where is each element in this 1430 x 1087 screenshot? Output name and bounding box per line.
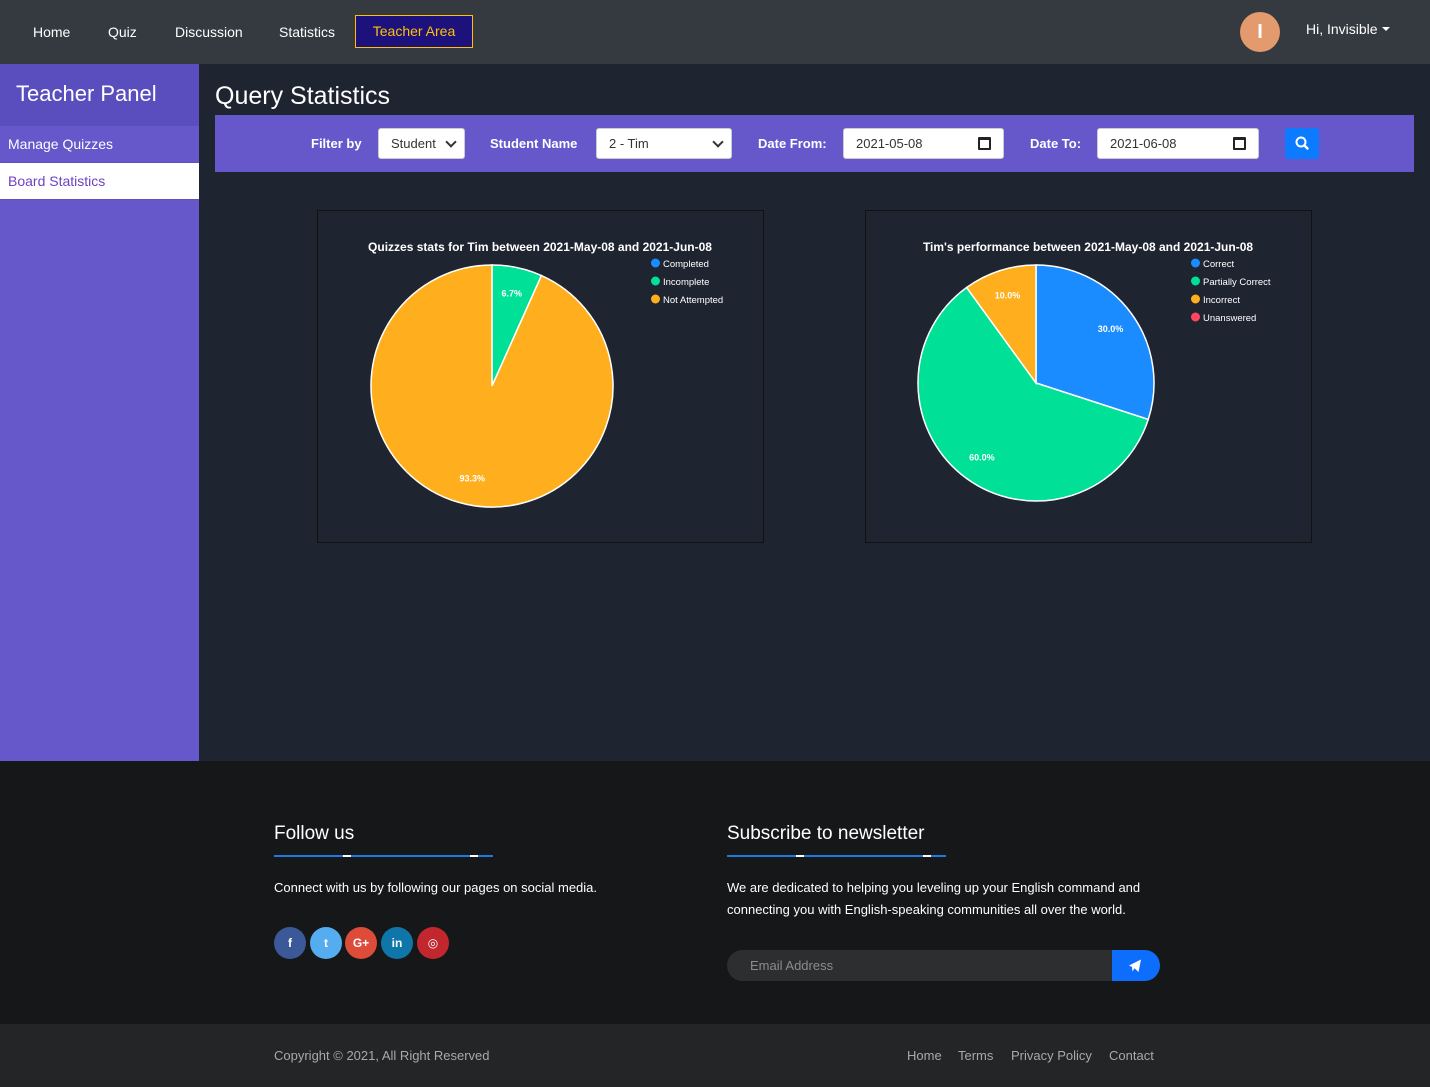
sidebar-item-board-statistics[interactable]: Board Statistics: [0, 163, 199, 200]
filter-by-value: Student: [391, 136, 436, 151]
nav-discussion[interactable]: Discussion: [175, 24, 243, 40]
caret-down-icon: [1381, 27, 1390, 32]
legend-marker: [1191, 294, 1200, 304]
title-underline: [274, 855, 493, 857]
student-name-value: 2 - Tim: [609, 136, 649, 151]
quizzes-stats-pie: Quizzes stats for Tim between 2021-May-0…: [368, 240, 723, 508]
date-to-value: 2021-06-08: [1110, 136, 1177, 151]
page-title: Query Statistics: [215, 82, 391, 110]
calendar-icon[interactable]: [1233, 137, 1246, 150]
search-button[interactable]: [1285, 128, 1319, 159]
legend-marker: [651, 294, 660, 304]
legend-label[interactable]: Incomplete: [663, 277, 709, 288]
newsletter-title: Subscribe to newsletter: [727, 823, 925, 844]
performance-chart: Tim's performance between 2021-May-08 an…: [865, 210, 1312, 543]
slice-label: 60.0%: [969, 452, 995, 462]
chevron-down-icon: [445, 136, 457, 148]
footer: Follow us Connect with us by following o…: [0, 761, 1430, 1024]
legend-marker: [1191, 312, 1200, 322]
sidebar-item-manage-quizzes[interactable]: Manage Quizzes: [0, 126, 199, 163]
date-from-input[interactable]: 2021-05-08: [843, 128, 1004, 159]
send-icon: [1129, 959, 1141, 972]
title-underline: [727, 855, 946, 857]
footer-link-contact[interactable]: Contact: [1109, 1048, 1154, 1063]
nav-home[interactable]: Home: [33, 24, 70, 40]
slice-label: 30.0%: [1098, 324, 1124, 334]
sidebar: Teacher Panel Manage Quizzes Board Stati…: [0, 64, 199, 761]
student-name-label: Student Name: [490, 136, 578, 151]
newsletter-text-line-1: We are dedicated to helping you leveling…: [727, 880, 1141, 895]
facebook-icon[interactable]: f: [274, 927, 306, 959]
top-navbar: Home Quiz Discussion Statistics Teacher …: [0, 0, 1430, 64]
email-input[interactable]: Email Address: [727, 950, 1113, 981]
chart-title: Quizzes stats for Tim between 2021-May-0…: [368, 240, 712, 254]
legend-label[interactable]: Completed: [663, 259, 709, 270]
quizzes-stats-chart: Quizzes stats for Tim between 2021-May-0…: [317, 210, 764, 543]
nav-teacher-area[interactable]: Teacher Area: [355, 15, 473, 48]
slice-label: 93.3%: [460, 473, 486, 483]
bottom-bar: Copyright © 2021, All Right Reserved Hom…: [0, 1024, 1430, 1087]
footer-link-terms[interactable]: Terms: [958, 1048, 993, 1063]
chevron-down-icon: [712, 136, 724, 148]
pie-slice-not-attempted[interactable]: [370, 264, 614, 508]
chart-title: Tim's performance between 2021-May-08 an…: [923, 240, 1253, 254]
filter-by-label: Filter by: [311, 136, 362, 151]
date-from-value: 2021-05-08: [856, 136, 923, 151]
legend-marker: [1191, 276, 1200, 286]
main-content: Query Statistics Filter by Student Stude…: [199, 64, 1430, 761]
legend-label[interactable]: Unanswered: [1203, 313, 1256, 324]
follow-us-text: Connect with us by following our pages o…: [274, 880, 598, 895]
filter-bar: Filter by Student Student Name 2 - Tim D…: [215, 115, 1414, 172]
nav-statistics[interactable]: Statistics: [279, 24, 335, 40]
slice-label: 10.0%: [995, 290, 1021, 300]
student-name-select[interactable]: 2 - Tim: [596, 128, 732, 159]
google-plus-icon[interactable]: G+: [345, 927, 377, 959]
follow-us-title: Follow us: [274, 823, 355, 844]
legend-label[interactable]: Not Attempted: [663, 295, 723, 306]
subscribe-button[interactable]: [1112, 950, 1160, 981]
legend-label[interactable]: Correct: [1203, 259, 1235, 270]
legend-marker: [651, 258, 660, 268]
legend-marker: [1191, 258, 1200, 268]
filter-by-select[interactable]: Student: [378, 128, 465, 159]
linkedin-icon[interactable]: in: [381, 927, 413, 959]
user-greeting: Hi, Invisible: [1306, 21, 1378, 37]
instagram-icon[interactable]: ◎: [417, 927, 449, 959]
user-menu-dropdown[interactable]: Hi, Invisible: [1306, 21, 1390, 37]
search-icon: [1295, 136, 1309, 150]
sidebar-title: Teacher Panel: [0, 64, 199, 126]
date-to-label: Date To:: [1030, 136, 1082, 151]
date-from-label: Date From:: [758, 136, 827, 151]
legend-label[interactable]: Incorrect: [1203, 295, 1240, 306]
date-to-input[interactable]: 2021-06-08: [1097, 128, 1259, 159]
slice-label: 6.7%: [501, 289, 522, 299]
newsletter-text-line-2: connecting you with English-speaking com…: [727, 902, 1126, 917]
calendar-icon[interactable]: [978, 137, 991, 150]
nav-quiz[interactable]: Quiz: [108, 24, 137, 40]
twitter-icon[interactable]: t: [310, 927, 342, 959]
footer-link-home[interactable]: Home: [907, 1048, 942, 1063]
copyright-text: Copyright © 2021, All Right Reserved: [274, 1048, 490, 1063]
performance-pie: Tim's performance between 2021-May-08 an…: [917, 240, 1271, 502]
footer-link-privacy-policy[interactable]: Privacy Policy: [1011, 1048, 1092, 1063]
legend-marker: [651, 276, 660, 286]
avatar[interactable]: I: [1240, 12, 1280, 52]
legend-label[interactable]: Partially Correct: [1203, 277, 1271, 288]
